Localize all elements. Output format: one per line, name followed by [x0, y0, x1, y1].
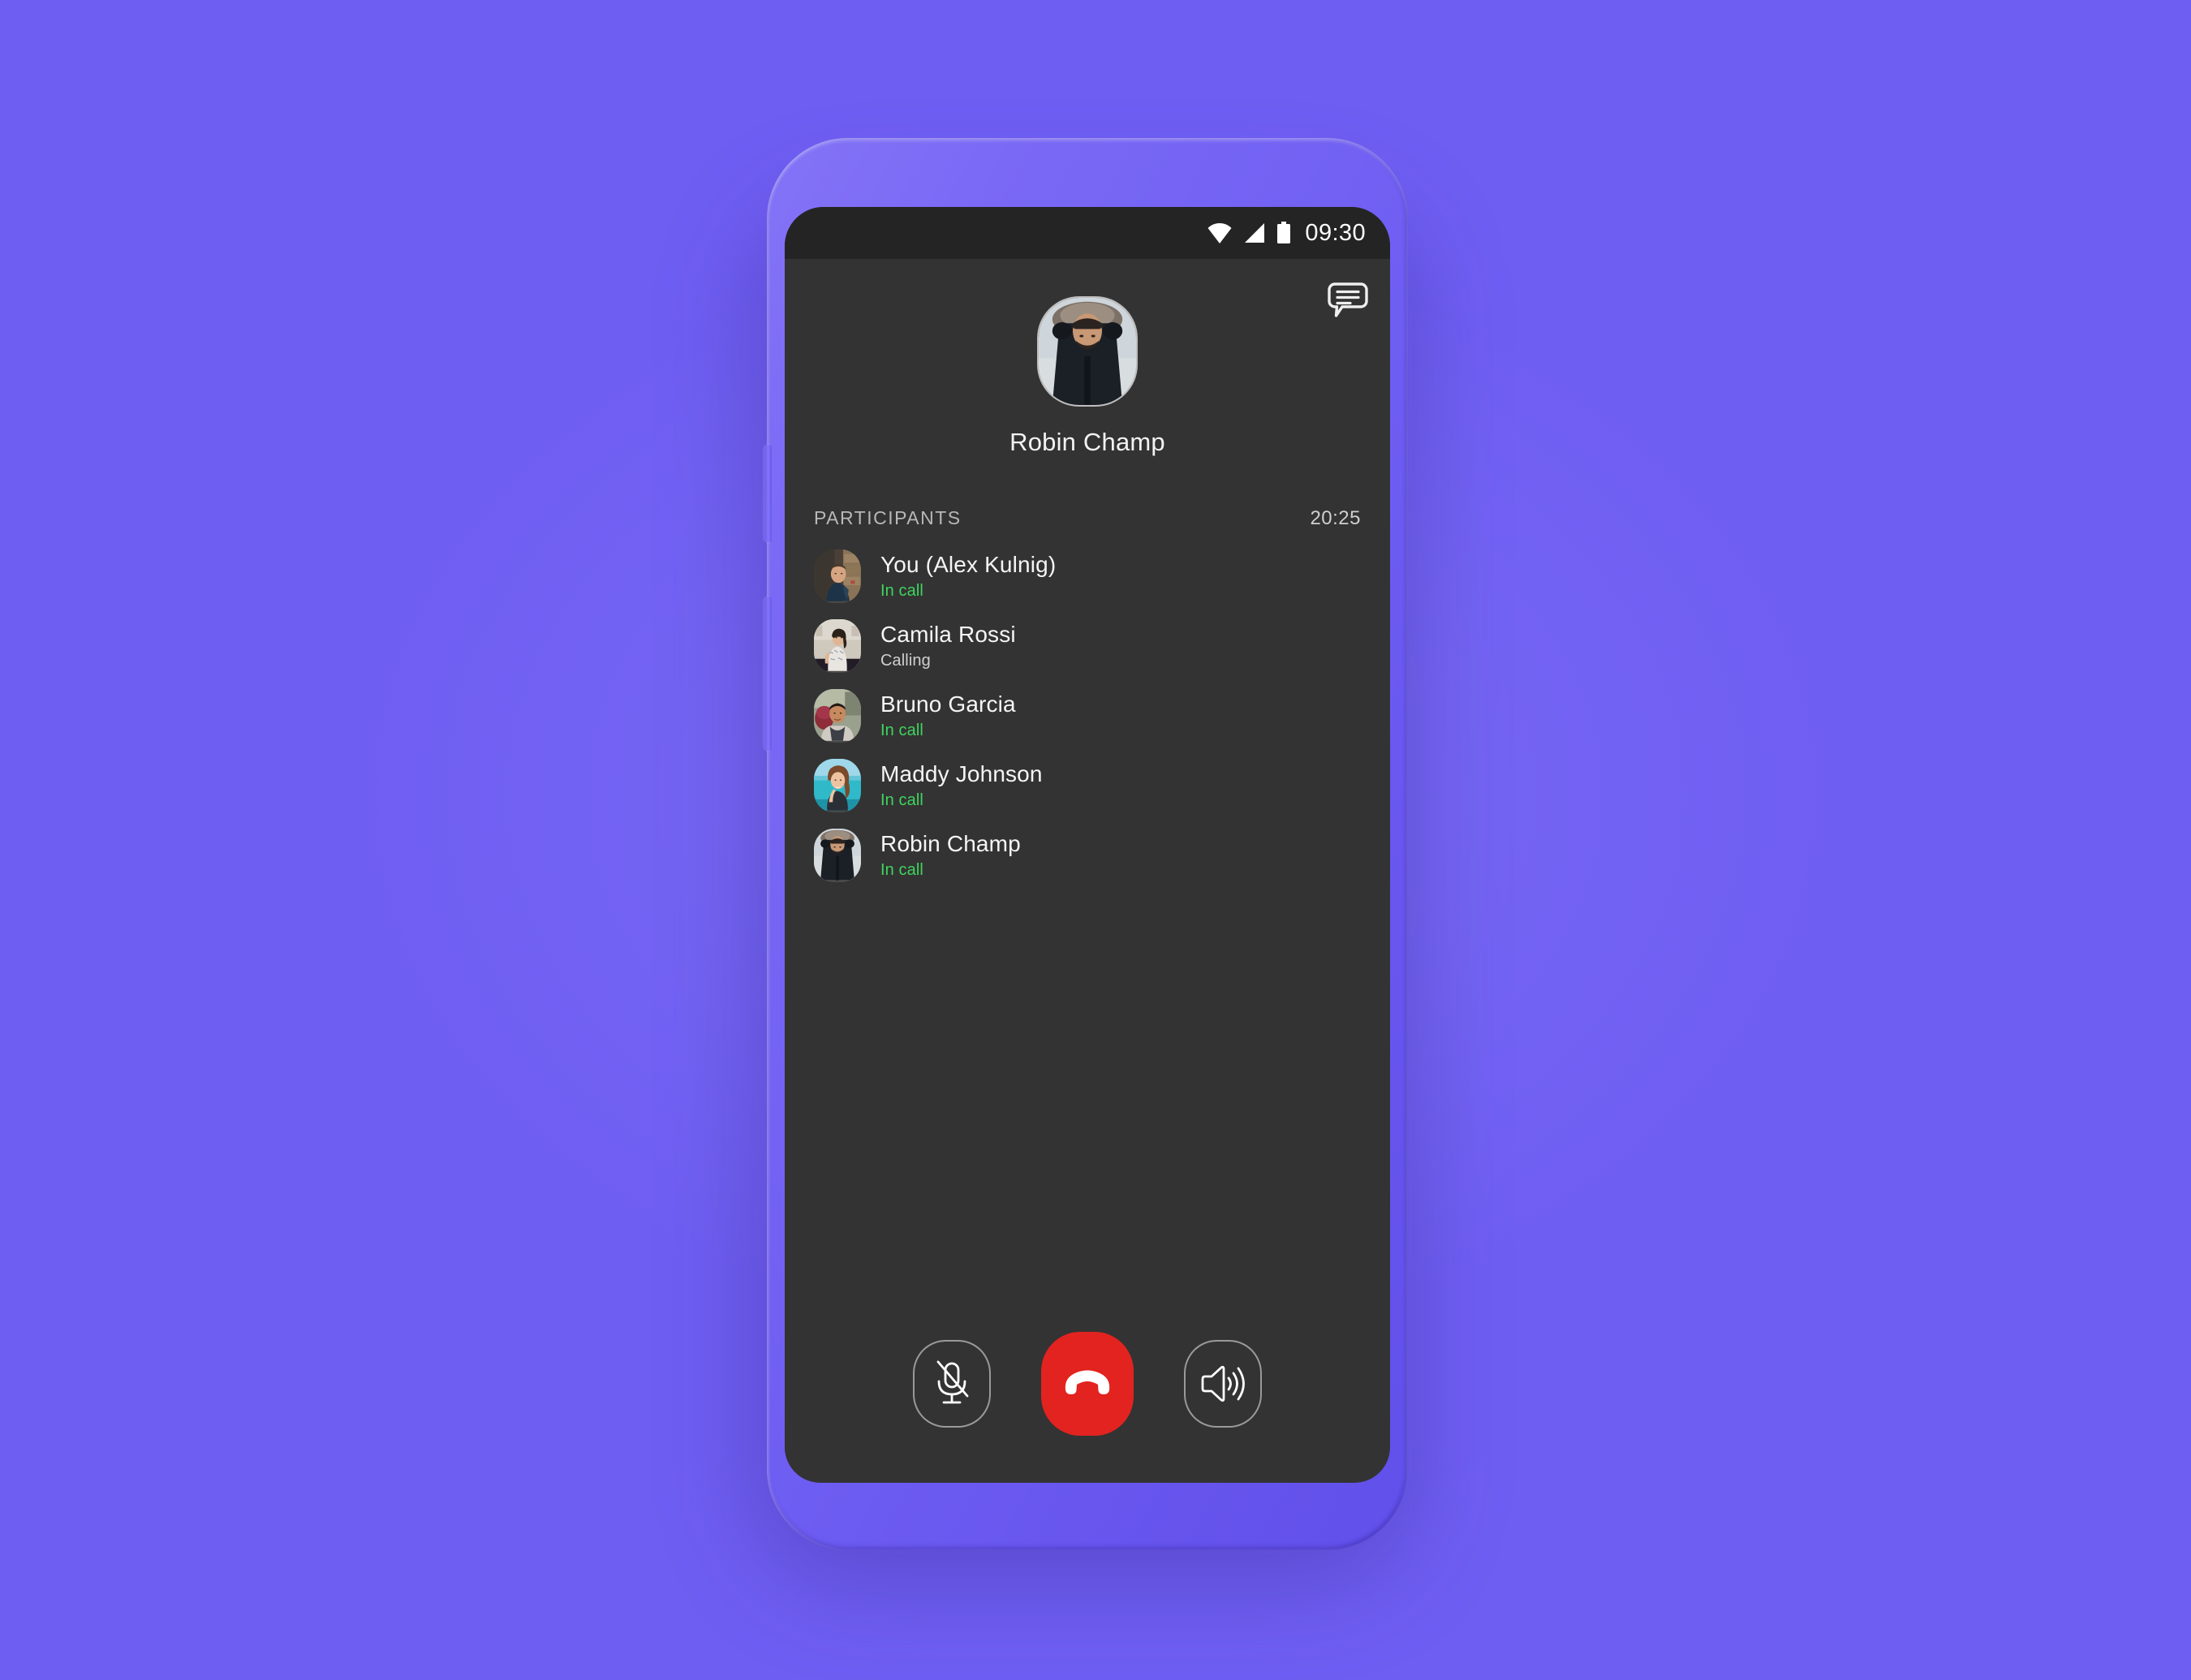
participant-name: Camila Rossi [880, 622, 1016, 647]
participants-list: You (Alex Kulnig) In call Camila Rossi C… [785, 541, 1390, 1312]
battery-icon [1277, 222, 1291, 243]
avatar-alex-kulnig [814, 549, 861, 603]
end-call-button[interactable] [1041, 1332, 1134, 1436]
speaker-icon [1201, 1365, 1245, 1402]
avatar-maddy-johnson [814, 759, 861, 812]
participants-label: PARTICIPANTS [814, 507, 962, 528]
list-item[interactable]: You (Alex Kulnig) In call [785, 541, 1390, 611]
list-item[interactable]: Maddy Johnson In call [785, 751, 1390, 821]
mute-button[interactable] [913, 1340, 991, 1428]
participant-name: Bruno Garcia [880, 691, 1016, 717]
list-item[interactable]: Bruno Garcia In call [785, 681, 1390, 751]
speaker-button[interactable] [1184, 1340, 1262, 1428]
phone-screen: 09:30 Robin Champ PARTICIPANTS 20:25 You… [785, 207, 1390, 1483]
list-item[interactable]: Camila Rossi Calling [785, 611, 1390, 681]
microphone-muted-icon [936, 1360, 969, 1404]
list-item-text: Maddy Johnson In call [880, 761, 1043, 810]
participant-name: You (Alex Kulnig) [880, 552, 1057, 577]
caller-name: Robin Champ [1009, 428, 1165, 456]
volume-button[interactable] [764, 445, 772, 542]
avatar-robin-champ-large [1037, 296, 1138, 407]
wifi-icon [1207, 223, 1232, 243]
end-call-icon [1065, 1370, 1110, 1394]
participant-status: In call [880, 582, 923, 600]
avatar-robin-champ [814, 829, 861, 882]
list-item[interactable]: Robin Champ In call [785, 821, 1390, 890]
signal-icon [1245, 223, 1265, 243]
list-item-text: Bruno Garcia In call [880, 691, 1016, 740]
caller-header: Robin Champ [785, 259, 1390, 457]
chat-button[interactable] [1324, 277, 1372, 325]
participant-status: Calling [880, 652, 931, 670]
participant-name: Maddy Johnson [880, 761, 1043, 786]
call-timer: 20:25 [1310, 507, 1361, 529]
list-item-text: Robin Champ In call [880, 831, 1021, 880]
participant-status: In call [880, 791, 923, 809]
chat-bubble-icon [1328, 282, 1368, 317]
participant-name: Robin Champ [880, 831, 1021, 856]
status-bar: 09:30 [785, 207, 1390, 259]
call-controls [785, 1312, 1390, 1483]
participants-header: PARTICIPANTS 20:25 [785, 507, 1390, 530]
list-item-text: Camila Rossi Calling [880, 622, 1016, 670]
phone-device: 09:30 Robin Champ PARTICIPANTS 20:25 You… [764, 138, 1408, 1550]
status-bar-clock: 09:30 [1305, 219, 1366, 246]
list-item-text: You (Alex Kulnig) In call [880, 552, 1056, 601]
avatar-camila-rossi [814, 619, 861, 673]
power-button[interactable] [764, 597, 772, 751]
avatar-bruno-garcia [814, 689, 861, 743]
participant-status: In call [880, 722, 923, 739]
participant-status: In call [880, 861, 923, 879]
